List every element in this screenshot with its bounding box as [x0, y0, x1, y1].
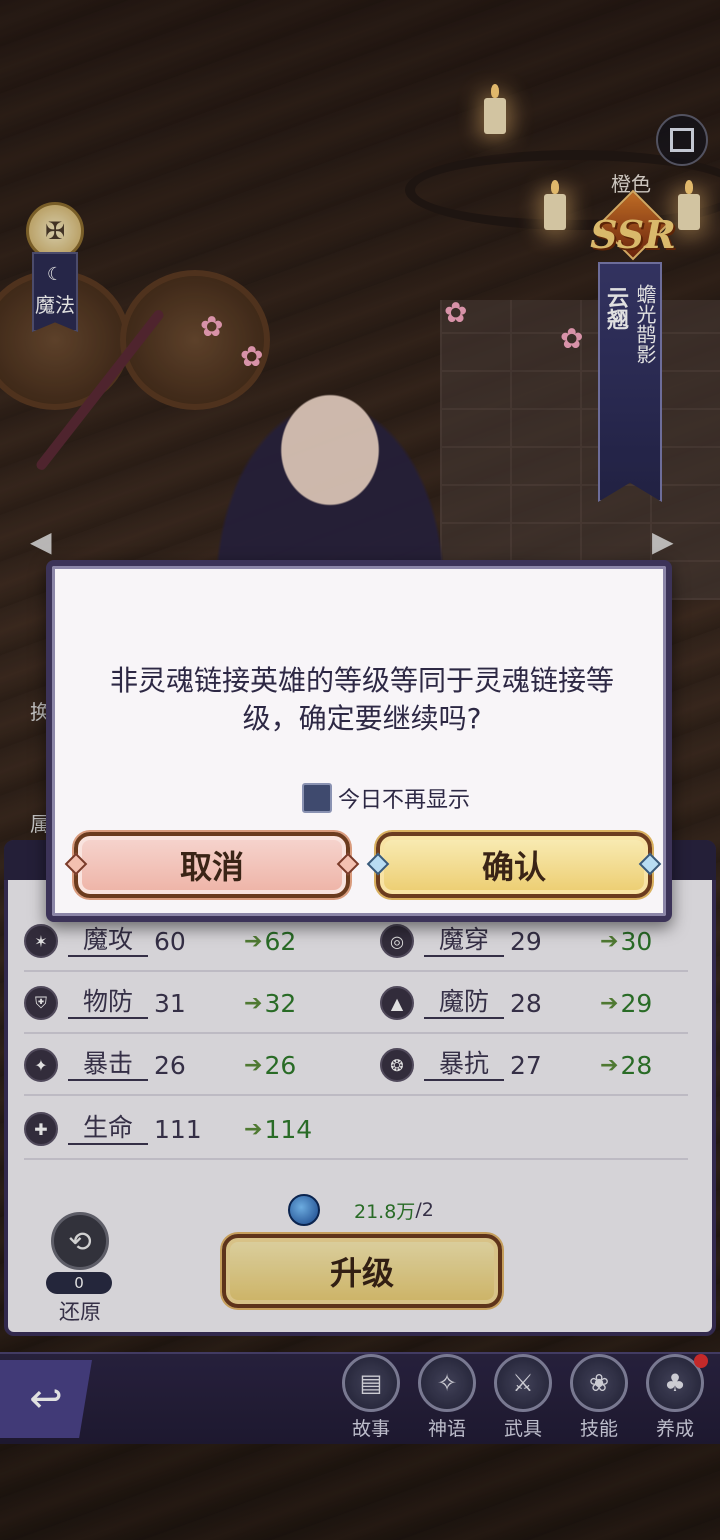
confirm-button[interactable]: 确认: [366, 832, 662, 898]
cancel-button[interactable]: 取消: [64, 832, 360, 898]
gem-icon: [64, 852, 88, 876]
gem-icon: [336, 852, 360, 876]
checkbox-label: 今日不再显示: [338, 788, 471, 813]
cancel-label: 取消: [179, 848, 244, 886]
confirm-label: 确认: [481, 848, 546, 886]
confirm-dialog: 非灵魂链接英雄的等级等同于灵魂链接等级，确定要继续吗? 今日不再显示 取消 确认: [46, 560, 672, 922]
dialog-message: 非灵魂链接英雄的等级等同于灵魂链接等级，确定要继续吗?: [109, 664, 614, 735]
gem-icon: [366, 852, 390, 876]
dont-show-checkbox[interactable]: [302, 783, 332, 813]
dont-show-today-option[interactable]: 今日不再显示: [302, 782, 470, 814]
gem-icon: [638, 852, 662, 876]
